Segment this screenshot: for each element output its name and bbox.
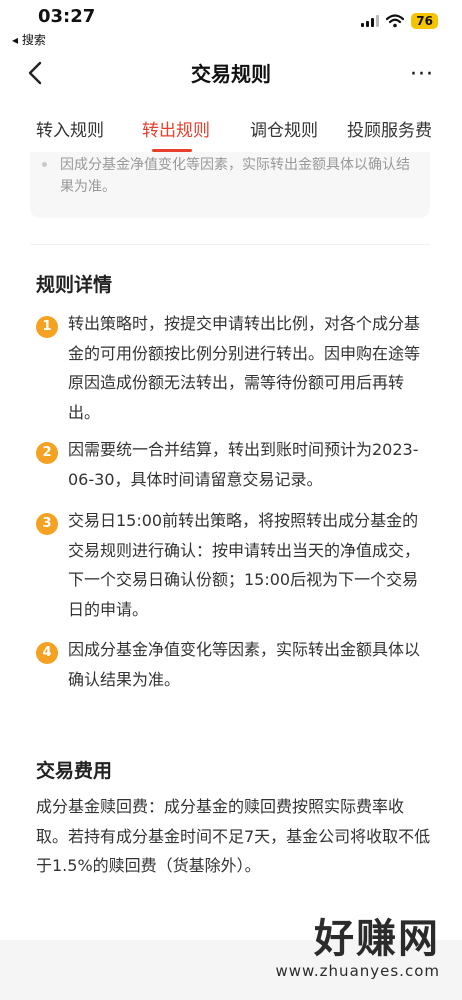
tabs-bar: 转入规则 转出规则 调仓规则 投顾服务费	[0, 100, 462, 153]
tab-advisory-fee[interactable]: 投顾服务费	[347, 116, 432, 141]
status-time: 03:27	[38, 6, 96, 27]
note-box: 因成分基金净值变化等因素，实际转出金额具体以确认结果为准。	[30, 152, 430, 218]
rule-number-badge: 4	[36, 642, 58, 664]
fee-text: 成分基金赎回费：成分基金的赎回费按照实际费率收取。若持有成分基金时间不足7天，基…	[36, 797, 431, 875]
battery-badge: 76	[411, 13, 438, 29]
rule-number-badge: 3	[36, 513, 58, 535]
rule-number-badge: 2	[36, 442, 58, 464]
watermark: 好赚网 www.zhuanyes.com	[275, 916, 440, 980]
tab-rebalance[interactable]: 调仓规则	[250, 116, 318, 141]
page-title: 交易规则	[191, 62, 271, 86]
rule-item-3: 交易日15:00前转出策略，将按照转出成分基金的交易规则进行确认：按申请转出当天…	[68, 511, 421, 619]
status-indicators: 76	[361, 13, 438, 29]
rules-section-title: 规则详情	[36, 274, 113, 296]
rule-item-4: 因成分基金净值变化等因素，实际转出金额具体以确认结果为准。	[68, 640, 421, 689]
tab-transfer-in[interactable]: 转入规则	[36, 116, 104, 141]
bullet-dot	[42, 162, 47, 167]
top-bar: 03:27 ◂ 搜索 76 交易规则 ···	[0, 0, 462, 100]
rule-item-2: 因需要统一合并结算，转出到账时间预计为2023-06-30，具体时间请留意交易记…	[68, 440, 419, 489]
tab-transfer-out[interactable]: 转出规则	[142, 116, 210, 141]
rule-item-1: 转出策略时，按提交申请转出比例，对各个成分基金的可用份额按比例分别进行转出。因申…	[68, 314, 421, 422]
fee-section-title: 交易费用	[36, 760, 113, 782]
wifi-icon	[386, 14, 405, 28]
main-content: 因成分基金净值变化等因素，实际转出金额具体以确认结果为准。 规则详情 1 转出策…	[0, 152, 462, 1000]
divider	[30, 244, 430, 245]
watermark-brand: 好赚网	[314, 916, 440, 962]
rule-number-badge: 1	[36, 316, 58, 338]
status-back-link[interactable]: ◂ 搜索	[12, 31, 46, 48]
signal-icon	[361, 15, 380, 27]
more-icon[interactable]: ···	[410, 62, 434, 87]
note-text: 因成分基金净值变化等因素，实际转出金额具体以确认结果为准。	[60, 157, 410, 195]
watermark-url: www.zhuanyes.com	[275, 962, 440, 980]
